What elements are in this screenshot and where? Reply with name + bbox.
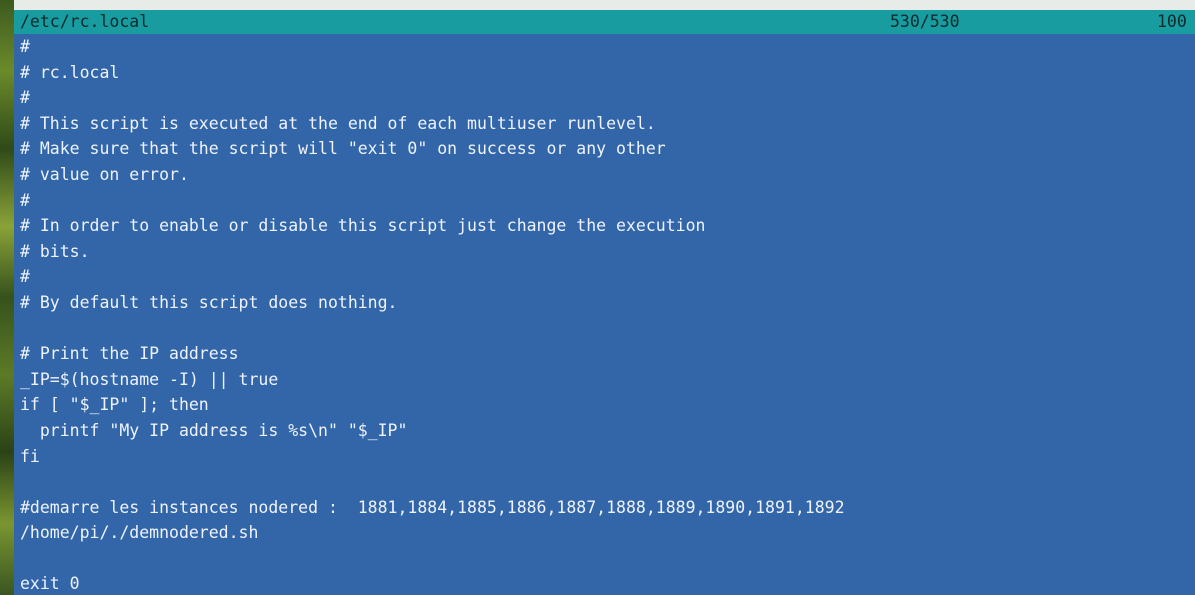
code-line[interactable]: _IP=$(hostname -I) || true xyxy=(20,367,1190,393)
code-line[interactable]: /home/pi/./demnodered.sh xyxy=(20,520,1190,546)
code-line[interactable]: fi xyxy=(20,444,1190,470)
file-name: /etc/rc.local xyxy=(20,12,150,31)
code-line[interactable]: exit 0 xyxy=(20,571,1190,595)
code-line[interactable]: # bits. xyxy=(20,239,1190,265)
code-line[interactable]: #demarre les instances nodered : 1881,18… xyxy=(20,495,1190,521)
code-line[interactable]: # xyxy=(20,85,1190,111)
code-line[interactable]: # xyxy=(20,34,1190,60)
scroll-percent: 100 xyxy=(1157,12,1187,31)
code-line[interactable]: printf "My IP address is %s\n" "$_IP" xyxy=(20,418,1190,444)
code-line[interactable]: if [ "$_IP" ]; then xyxy=(20,392,1190,418)
code-line[interactable]: # This script is executed at the end of … xyxy=(20,111,1190,137)
code-line[interactable] xyxy=(20,469,1190,495)
desktop-wallpaper-edge xyxy=(0,0,14,595)
code-line[interactable]: # Print the IP address xyxy=(20,341,1190,367)
editor-content[interactable]: # # rc.local # # This script is executed… xyxy=(20,34,1190,595)
code-line[interactable]: # By default this script does nothing. xyxy=(20,290,1190,316)
code-line[interactable]: # In order to enable or disable this scr… xyxy=(20,213,1190,239)
window-top-edge xyxy=(0,0,1195,10)
cursor-position: 530/530 xyxy=(890,12,960,31)
code-line[interactable]: # xyxy=(20,188,1190,214)
code-line[interactable]: # xyxy=(20,264,1190,290)
code-line[interactable]: # rc.local xyxy=(20,60,1190,86)
editor-status-bar: /etc/rc.local 530/530 100 xyxy=(14,10,1195,34)
code-line[interactable]: # value on error. xyxy=(20,162,1190,188)
code-line[interactable] xyxy=(20,546,1190,572)
screen: /etc/rc.local 530/530 100 # # rc.local #… xyxy=(0,0,1195,595)
code-line[interactable] xyxy=(20,316,1190,342)
text-editor[interactable]: /etc/rc.local 530/530 100 # # rc.local #… xyxy=(14,10,1195,595)
code-line[interactable]: # Make sure that the script will "exit 0… xyxy=(20,136,1190,162)
